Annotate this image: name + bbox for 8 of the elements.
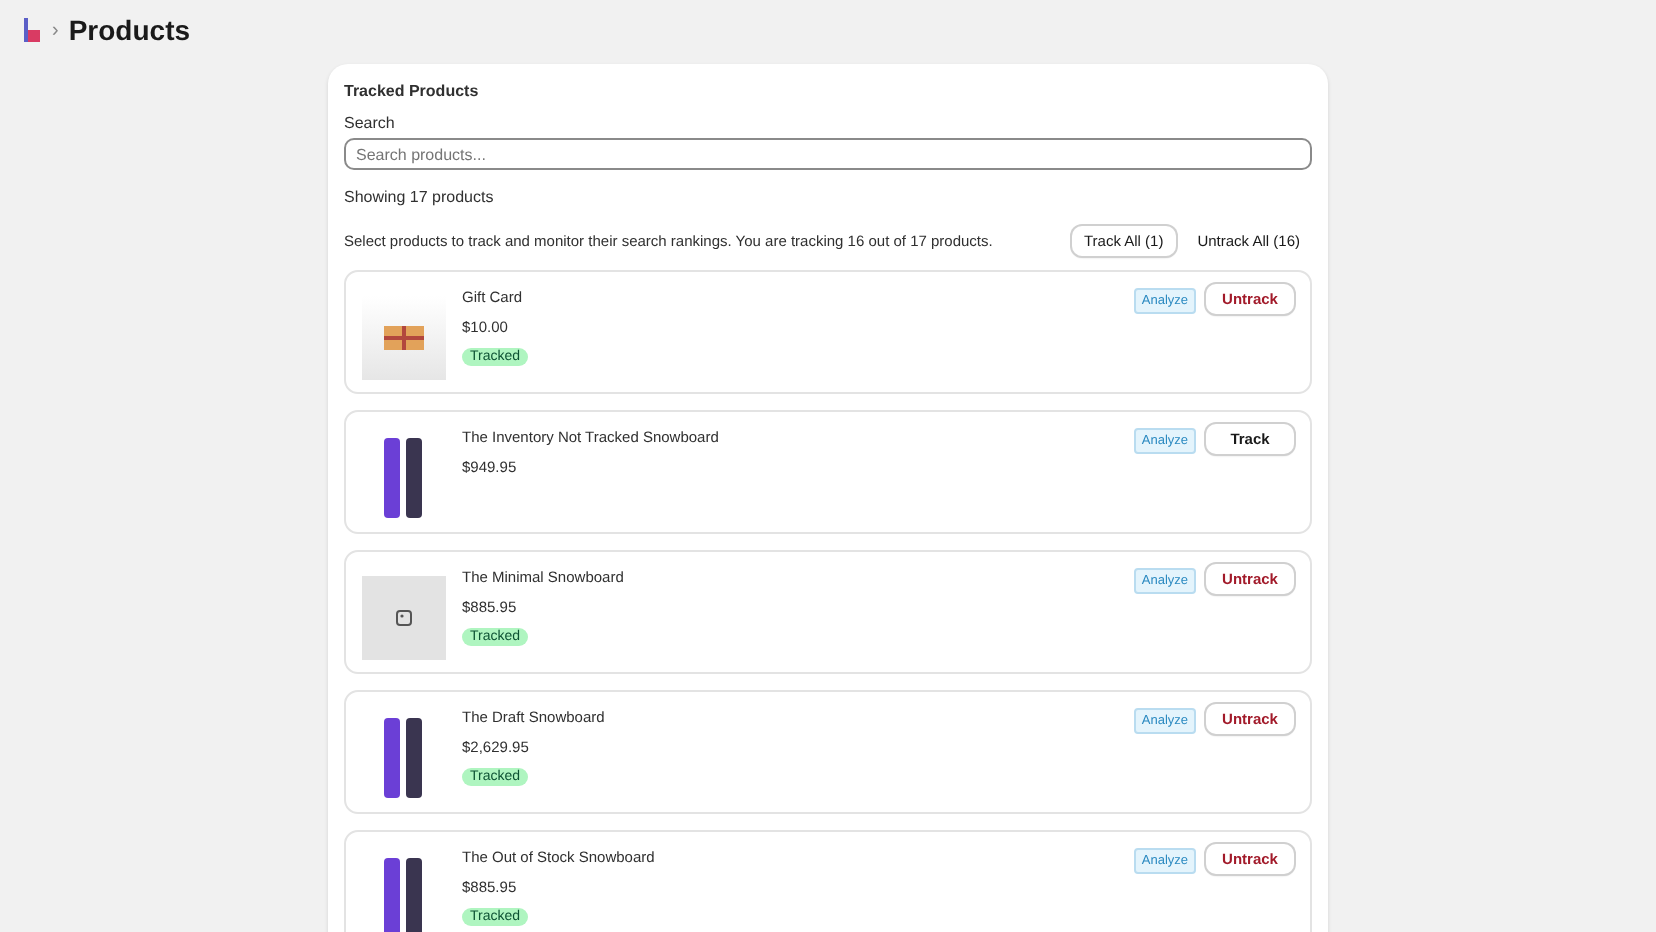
- product-count: Showing 17 products: [344, 188, 496, 206]
- image-icon: [396, 610, 412, 626]
- search-field[interactable]: Search products...: [344, 138, 1312, 170]
- page-title: Products: [68, 14, 191, 46]
- breadcrumb-separator: ›: [52, 19, 59, 41]
- search-label: Search: [344, 114, 397, 132]
- card-title: Tracked Products: [344, 82, 481, 100]
- app-logo-icon[interactable]: [22, 18, 42, 42]
